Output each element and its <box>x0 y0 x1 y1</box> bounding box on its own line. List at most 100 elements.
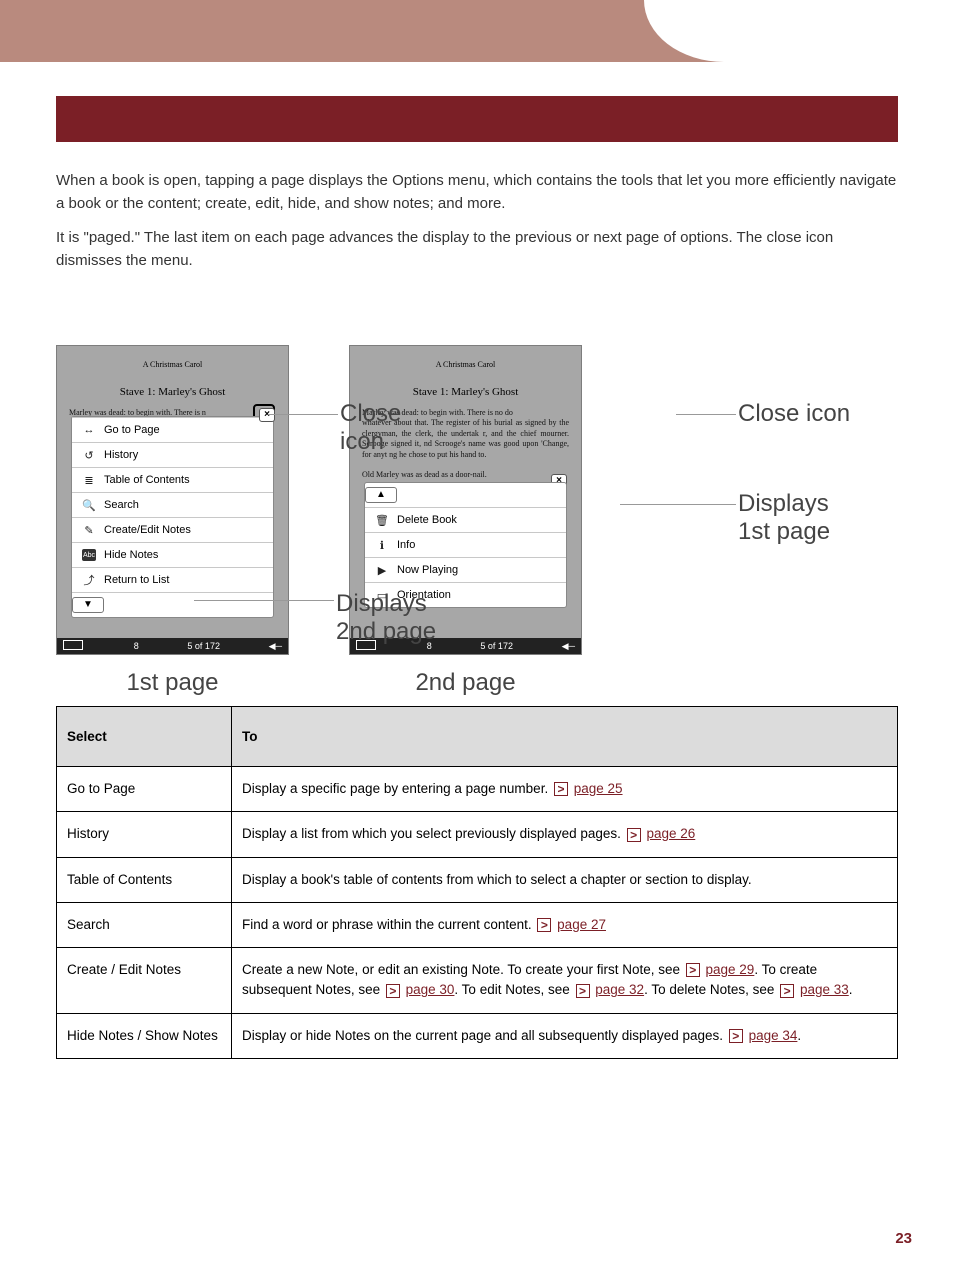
callout-close-1: Close icon <box>340 400 401 455</box>
cell-select: Create / Edit Notes <box>57 948 232 1014</box>
menu-label: Hide Notes <box>104 549 158 561</box>
header-curve <box>644 0 954 62</box>
footer-left-num: 8 <box>134 641 139 651</box>
caption-1st-page: 1st page <box>126 669 218 697</box>
play-icon: ▶ <box>375 564 389 576</box>
menu-label: Search <box>104 499 139 511</box>
history-icon: ↺ <box>82 449 96 461</box>
link-icon[interactable]: > <box>576 984 590 998</box>
menu-history[interactable]: ↺ History <box>72 442 273 467</box>
cell-to: Create a new Note, or edit an existing N… <box>232 948 898 1014</box>
cell-to: Find a word or phrase within the current… <box>232 902 898 947</box>
page-link[interactable]: page 32 <box>595 982 644 997</box>
cell-to: Display or hide Notes on the current pag… <box>232 1013 898 1058</box>
callout-close-2: Close icon <box>738 400 850 428</box>
cell-select: Go to Page <box>57 767 232 812</box>
battery-icon <box>63 640 85 652</box>
callout-displays-1st: Displays 1st page <box>738 490 830 545</box>
book-title: A Christmas Carol <box>57 360 288 369</box>
link-icon[interactable]: > <box>537 918 551 932</box>
menu-hide-notes[interactable]: Abc Hide Notes <box>72 542 273 567</box>
page-number: 23 <box>895 1230 912 1247</box>
page-counter: 5 of 172 <box>187 641 220 651</box>
page-link[interactable]: page 26 <box>646 826 695 841</box>
abc-icon: Abc <box>82 549 96 561</box>
link-icon[interactable]: > <box>729 1029 743 1043</box>
connector-line <box>268 414 338 415</box>
menu-next-page[interactable]: ▼ <box>72 592 273 617</box>
menu-search[interactable]: 🔍 Search <box>72 492 273 517</box>
connector-line <box>194 600 334 601</box>
menu-delete-book[interactable]: 🗑 Delete Book <box>365 507 566 532</box>
menu-label: Table of Contents <box>104 474 190 486</box>
close-icon[interactable]: × <box>259 408 275 422</box>
chapter-title: Stave 1: Marley's Ghost <box>57 386 288 398</box>
cell-select: Search <box>57 902 232 947</box>
menu-return-list[interactable]: ⤴ Return to List <box>72 567 273 592</box>
options-menu-1: × ↔Go to Page ↺History ≣Table of Content… <box>71 416 274 618</box>
connector-line <box>676 414 736 415</box>
page-link[interactable]: page 30 <box>406 982 455 997</box>
menu-toc[interactable]: ≣ Table of Contents <box>72 467 273 492</box>
toc-icon: ≣ <box>82 474 96 486</box>
page-link[interactable]: page 27 <box>557 917 606 932</box>
book-title: A Christmas Carol <box>350 360 581 369</box>
cell-select: Hide Notes / Show Notes <box>57 1013 232 1058</box>
cell-select: History <box>57 812 232 857</box>
menu-label: Create/Edit Notes <box>104 524 191 536</box>
goto-icon: ↔ <box>82 424 96 436</box>
th-to: To <box>232 707 898 767</box>
callout-displays-2nd: Displays 2nd page <box>336 590 436 645</box>
intro-text: When a book is open, tapping a page disp… <box>56 170 898 284</box>
cell-select: Table of Contents <box>57 857 232 902</box>
table-row: Go to Page Display a specific page by en… <box>57 767 898 812</box>
page-link[interactable]: page 25 <box>574 781 623 796</box>
caption-2nd-page: 2nd page <box>415 669 515 697</box>
device-footer: 8 5 of 172 ◀─ <box>57 638 288 654</box>
link-icon[interactable]: > <box>780 984 794 998</box>
link-icon[interactable]: > <box>554 782 568 796</box>
intro-para-2: It is "paged." The last item on each pag… <box>56 227 898 272</box>
menu-create-notes[interactable]: ✎ Create/Edit Notes <box>72 517 273 542</box>
chevron-down-icon: ▼ <box>72 597 104 613</box>
section-title-bar <box>56 96 898 142</box>
menu-goto-page[interactable]: ↔ Go to Page <box>72 417 273 442</box>
link-icon[interactable]: > <box>386 984 400 998</box>
connector-line <box>620 504 736 505</box>
speaker-icon: ◀─ <box>562 641 575 652</box>
menu-label: Return to List <box>104 574 169 586</box>
menu-info[interactable]: ℹ Info <box>365 532 566 557</box>
chevron-up-icon: ▲ <box>365 487 397 503</box>
chapter-title: Stave 1: Marley's Ghost <box>350 386 581 398</box>
table-row: Table of Contents Display a book's table… <box>57 857 898 902</box>
table-row: Hide Notes / Show Notes Display or hide … <box>57 1013 898 1058</box>
speaker-icon: ◀─ <box>269 641 282 652</box>
menu-label: Info <box>397 539 415 551</box>
search-icon: 🔍 <box>82 499 96 511</box>
intro-para-1: When a book is open, tapping a page disp… <box>56 170 898 215</box>
info-icon: ℹ <box>375 539 389 551</box>
cell-to: Display a list from which you select pre… <box>232 812 898 857</box>
table-row: History Display a list from which you se… <box>57 812 898 857</box>
menu-label: Delete Book <box>397 514 457 526</box>
cell-to: Display a book's table of contents from … <box>232 857 898 902</box>
trash-icon: 🗑 <box>375 514 389 526</box>
menu-prev-page[interactable]: ▲ <box>365 483 566 507</box>
menu-label: Now Playing <box>397 564 458 576</box>
link-icon[interactable]: > <box>627 828 641 842</box>
menu-label: Go to Page <box>104 424 160 436</box>
page-counter: 5 of 172 <box>480 641 513 651</box>
device-screenshot-1: A Christmas Carol Stave 1: Marley's Ghos… <box>56 345 289 655</box>
page-link[interactable]: page 34 <box>749 1028 798 1043</box>
menu-now-playing[interactable]: ▶ Now Playing <box>365 557 566 582</box>
table-row: Create / Edit Notes Create a new Note, o… <box>57 948 898 1014</box>
link-icon[interactable]: > <box>686 963 700 977</box>
menu-label: History <box>104 449 138 461</box>
page-link[interactable]: page 33 <box>800 982 849 997</box>
page-link[interactable]: page 29 <box>706 962 755 977</box>
th-select: Select <box>57 707 232 767</box>
cell-to: Display a specific page by entering a pa… <box>232 767 898 812</box>
pencil-icon: ✎ <box>82 524 96 536</box>
table-row: Search Find a word or phrase within the … <box>57 902 898 947</box>
return-icon: ⤴ <box>82 574 96 586</box>
